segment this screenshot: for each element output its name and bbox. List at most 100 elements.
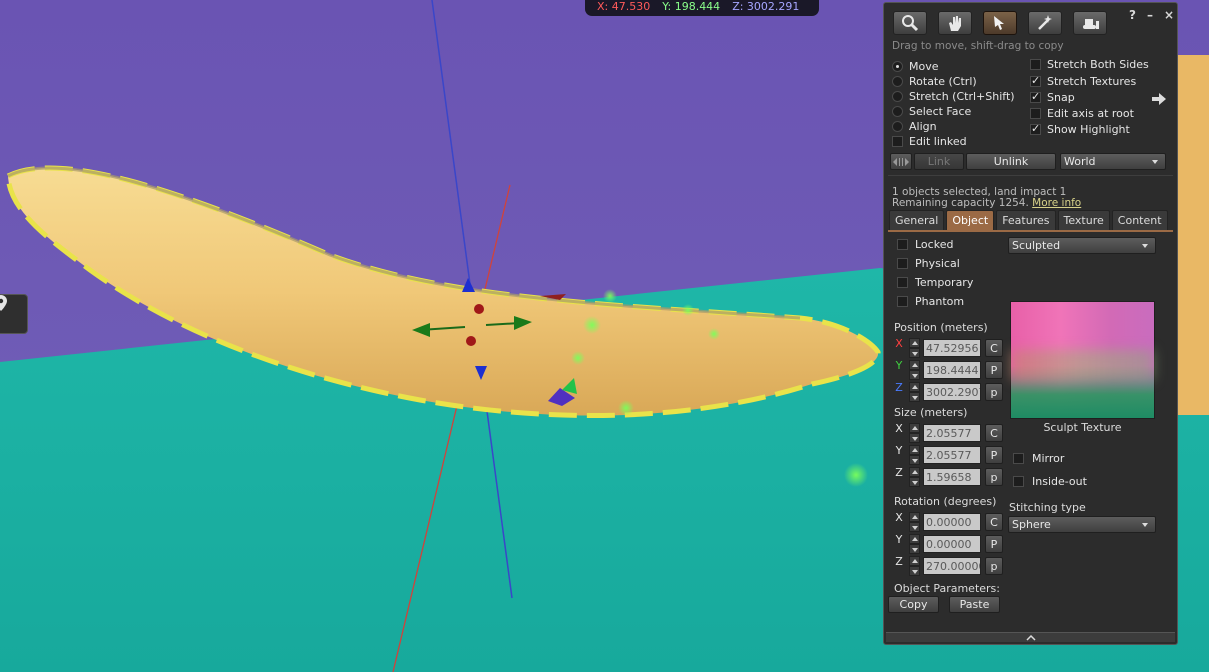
tab-general[interactable]: General: [889, 210, 945, 230]
help-icon[interactable]: ?: [1129, 8, 1136, 22]
checkbox-icon[interactable]: [1030, 59, 1041, 70]
rotation-z-spinner[interactable]: [909, 556, 920, 576]
rotation-x-input[interactable]: 0.00000: [923, 513, 981, 531]
location-button[interactable]: [0, 294, 28, 334]
position-z-label: Z: [895, 381, 903, 394]
position-z-spinner[interactable]: [909, 382, 920, 402]
size-x-spinner[interactable]: [909, 423, 920, 443]
paste-position-button[interactable]: P: [985, 361, 1003, 379]
checkbox-icon[interactable]: [897, 277, 908, 288]
ruler-mode-dropdown[interactable]: World: [1060, 153, 1166, 170]
tool-land-button[interactable]: [1073, 11, 1107, 35]
paste-rotation-p-button[interactable]: p: [985, 557, 1003, 575]
position-y-input[interactable]: 198.4444: [923, 361, 981, 379]
mode-select-face[interactable]: Select Face: [892, 105, 971, 118]
checkbox-icon[interactable]: [1030, 74, 1041, 87]
copy-size-button[interactable]: C: [985, 424, 1003, 442]
unlink-button[interactable]: Unlink: [966, 153, 1056, 170]
hud-z: Z: 3002.291: [732, 0, 800, 13]
rotation-y-spinner[interactable]: [909, 534, 920, 554]
radio-icon[interactable]: [892, 76, 903, 87]
stretch-both-sides-checkbox[interactable]: Stretch Both Sides: [1030, 58, 1149, 71]
physical-checkbox[interactable]: Physical: [897, 257, 960, 270]
stretch-textures-checkbox[interactable]: Stretch Textures: [1030, 74, 1136, 88]
radio-icon[interactable]: [892, 106, 903, 117]
tab-object[interactable]: Object: [946, 210, 995, 230]
show-highlight-checkbox[interactable]: Show Highlight: [1030, 122, 1130, 136]
position-x-label: X: [895, 337, 903, 350]
tab-texture[interactable]: Texture: [1057, 210, 1110, 230]
edit-axis-at-root-checkbox[interactable]: Edit axis at root: [1030, 107, 1134, 120]
phantom-checkbox[interactable]: Phantom: [897, 295, 964, 308]
close-icon[interactable]: ×: [1164, 8, 1174, 22]
checkbox-icon[interactable]: [1013, 453, 1024, 464]
tool-create-button[interactable]: [1028, 11, 1062, 35]
inside-out-checkbox[interactable]: Inside-out: [1013, 475, 1087, 488]
size-z-input[interactable]: 1.59658: [923, 468, 981, 486]
copy-params-button[interactable]: Copy: [888, 596, 939, 613]
radio-icon[interactable]: [892, 121, 903, 132]
size-x-input[interactable]: 2.05577: [923, 424, 981, 442]
link-button[interactable]: Link: [914, 153, 964, 170]
checkbox-icon[interactable]: [1013, 476, 1024, 487]
stitching-type-dropdown[interactable]: Sphere: [1008, 516, 1156, 533]
sculpt-texture-picker[interactable]: [1010, 301, 1155, 419]
mode-stretch[interactable]: Stretch (Ctrl+Shift): [892, 90, 1015, 103]
tool-focus-button[interactable]: [893, 11, 927, 35]
magnifier-icon: [902, 15, 919, 32]
checkbox-icon[interactable]: [897, 239, 908, 250]
position-x-spinner[interactable]: [909, 338, 920, 358]
checkbox-icon[interactable]: [1030, 108, 1041, 119]
copy-position-button[interactable]: C: [985, 339, 1003, 357]
mode-label: Rotate (Ctrl): [909, 75, 977, 88]
locked-checkbox[interactable]: Locked: [897, 238, 953, 251]
checkbox-icon[interactable]: [897, 296, 908, 307]
collapse-bar[interactable]: [886, 632, 1175, 642]
mode-move[interactable]: Move: [892, 60, 939, 73]
tool-edit-button[interactable]: [983, 11, 1017, 35]
arrow-right-icon[interactable]: [1152, 93, 1166, 105]
checkbox-icon[interactable]: [892, 136, 903, 147]
more-info-link[interactable]: More info: [1032, 197, 1081, 209]
radio-icon[interactable]: [892, 91, 903, 102]
paste-params-button[interactable]: Paste: [949, 596, 1000, 613]
rotation-x-label: X: [895, 511, 903, 524]
link-arrows-button[interactable]: [890, 153, 912, 170]
mirror-label: Mirror: [1032, 452, 1065, 465]
mirror-checkbox[interactable]: Mirror: [1013, 452, 1064, 465]
radio-icon[interactable]: [892, 61, 903, 72]
checkbox-icon[interactable]: [897, 258, 908, 269]
minimize-icon[interactable]: –: [1147, 8, 1153, 22]
position-y-spinner[interactable]: [909, 360, 920, 380]
hud-x: X: 47.530: [597, 0, 651, 13]
checkbox-icon[interactable]: [1030, 90, 1041, 103]
copy-rotation-button[interactable]: C: [985, 513, 1003, 531]
tab-content[interactable]: Content: [1111, 210, 1168, 230]
mode-label: Stretch (Ctrl+Shift): [909, 90, 1015, 103]
prim-type-dropdown[interactable]: Sculpted: [1008, 237, 1156, 254]
paste-position-p-button[interactable]: p: [985, 383, 1003, 401]
mode-align[interactable]: Align: [892, 120, 937, 133]
position-x-input[interactable]: 47.52956: [923, 339, 981, 357]
position-hud: X: 47.530 Y: 198.444 Z: 3002.291: [585, 0, 819, 16]
rotation-x-spinner[interactable]: [909, 512, 920, 532]
temporary-checkbox[interactable]: Temporary: [897, 276, 973, 289]
size-y-input[interactable]: 2.05577: [923, 446, 981, 464]
tool-move-button[interactable]: [938, 11, 972, 35]
map-pin-icon: [0, 295, 7, 311]
position-z-input[interactable]: 3002.2907: [923, 383, 981, 401]
size-z-spinner[interactable]: [909, 467, 920, 487]
paste-size-button[interactable]: P: [985, 446, 1003, 464]
wand-icon: [1038, 15, 1052, 30]
tab-features[interactable]: Features: [996, 210, 1056, 230]
edit-linked-checkbox[interactable]: Edit linked: [892, 135, 967, 148]
size-y-spinner[interactable]: [909, 445, 920, 465]
rotation-y-input[interactable]: 0.00000: [923, 535, 981, 553]
paste-size-p-button[interactable]: p: [985, 468, 1003, 486]
paste-rotation-button[interactable]: P: [985, 535, 1003, 553]
checkbox-icon[interactable]: [1030, 122, 1041, 135]
rotation-z-input[interactable]: 270.00000: [923, 557, 981, 575]
snap-checkbox[interactable]: Snap: [1030, 90, 1075, 104]
mode-rotate[interactable]: Rotate (Ctrl): [892, 75, 977, 88]
chevron-down-icon: [1142, 523, 1148, 527]
